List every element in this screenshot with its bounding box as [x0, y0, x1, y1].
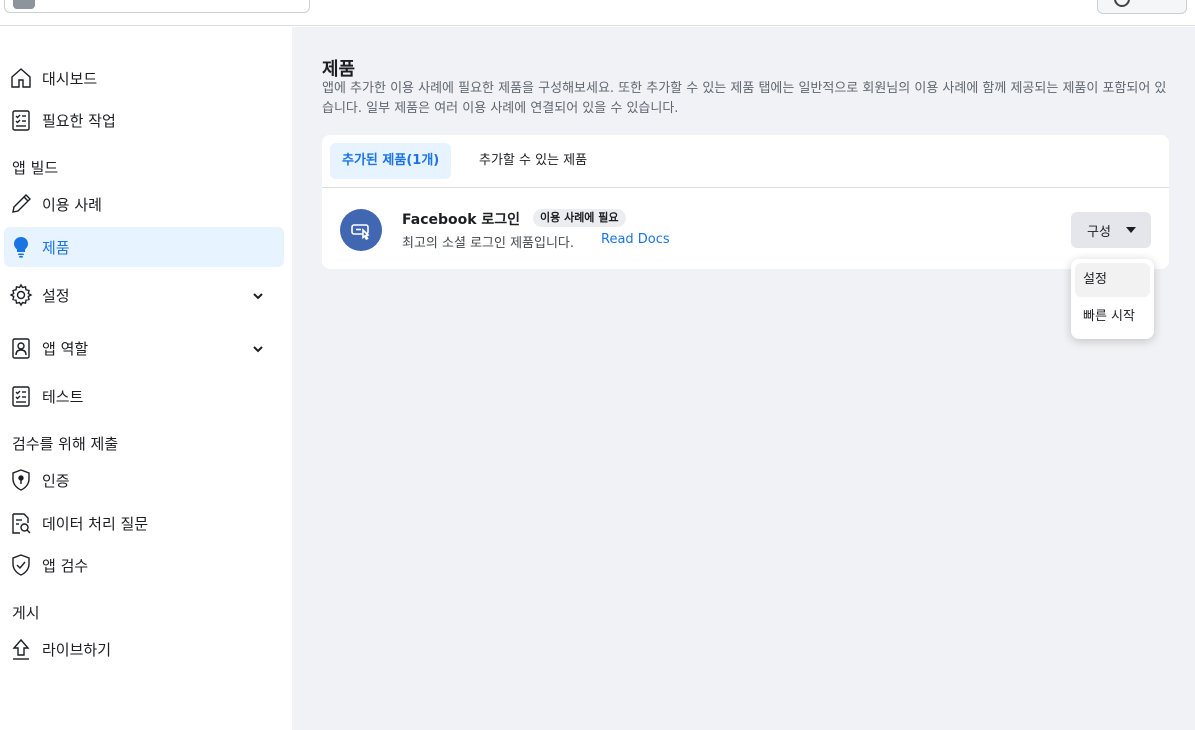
read-docs-link[interactable]: Read Docs — [601, 232, 670, 247]
menu-item-quick-start[interactable]: 빠른 시작 — [1075, 300, 1150, 334]
sidebar-item-go-live[interactable]: 라이브하기 — [4, 629, 284, 669]
sidebar-item-label: 인증 — [42, 471, 70, 490]
sidebar-item-verification[interactable]: 인증 — [4, 460, 284, 500]
home-icon — [8, 65, 34, 91]
status-badge: 이용 사례에 필요 — [533, 209, 626, 227]
id-badge-icon — [8, 335, 34, 361]
products-card: 추가된 제품(1개) 추가할 수 있는 제품 Facebook 로그인 이용 사… — [322, 135, 1169, 269]
top-bar — [0, 0, 1195, 26]
sidebar-item-label: 필요한 작업 — [42, 111, 116, 130]
configure-button-label: 구성 — [1087, 225, 1111, 240]
sidebar-item-label: 이용 사례 — [42, 195, 102, 214]
product-name: Facebook 로그인 — [402, 212, 521, 228]
sidebar-item-label: 라이브하기 — [42, 640, 112, 659]
sidebar-item-settings[interactable]: 설정 — [4, 275, 284, 315]
lightbulb-icon — [8, 234, 34, 260]
sidebar-item-app-review[interactable]: 앱 검수 — [4, 545, 284, 585]
sidebar-item-data-handling[interactable]: 데이터 처리 질문 — [4, 503, 284, 543]
page-title: 제품 — [322, 59, 356, 80]
sidebar-item-label: 제품 — [42, 238, 70, 257]
shield-check-icon — [8, 552, 34, 578]
app-icon — [13, 0, 35, 9]
sidebar-item-label: 데이터 처리 질문 — [42, 514, 149, 533]
facebook-login-icon — [340, 209, 382, 251]
tab-added-products[interactable]: 추가된 제품(1개) — [330, 143, 452, 179]
sidebar-item-label: 설정 — [42, 286, 70, 305]
app-selector[interactable] — [4, 0, 310, 13]
sidebar-item-required-actions[interactable]: 필요한 작업 — [4, 100, 284, 140]
menu-item-settings[interactable]: 설정 — [1075, 263, 1150, 297]
product-description: 최고의 소셜 로그인 제품입니다. — [402, 236, 575, 251]
sidebar-item-label: 앱 검수 — [42, 556, 89, 575]
product-row-facebook-login: Facebook 로그인 이용 사례에 필요 최고의 소셜 로그인 제품입니다.… — [322, 189, 1169, 269]
sidebar-item-use-cases[interactable]: 이용 사례 — [4, 184, 284, 224]
sidebar-item-products[interactable]: 제품 — [4, 227, 284, 267]
upload-icon — [8, 636, 34, 662]
gear-icon — [8, 282, 34, 308]
section-title-publish: 게시 — [12, 604, 40, 622]
product-tabs: 추가된 제품(1개) 추가할 수 있는 제품 — [322, 135, 1169, 188]
sidebar-item-label: 대시보드 — [42, 69, 98, 88]
configure-button[interactable]: 구성 — [1071, 212, 1151, 248]
checklist-icon — [8, 107, 34, 133]
sidebar-item-label: 테스트 — [42, 387, 84, 406]
section-title-app-build: 앱 빌드 — [12, 159, 59, 177]
main-content: 제품 앱에 추가한 이용 사례에 필요한 제품을 구성해보세요. 또한 추가할 … — [292, 27, 1195, 730]
section-title-submit-review: 검수를 위해 제출 — [12, 435, 119, 453]
checklist-icon — [8, 383, 34, 409]
chevron-down-icon — [252, 340, 264, 359]
sidebar-item-test[interactable]: 테스트 — [4, 376, 284, 416]
shield-lock-icon — [8, 467, 34, 493]
caret-down-icon — [1126, 227, 1136, 233]
tab-available-products[interactable]: 추가할 수 있는 제품 — [467, 143, 599, 179]
pencil-icon — [8, 191, 34, 217]
configure-dropdown-menu: 설정 빠른 시작 — [1071, 259, 1154, 339]
document-search-icon — [8, 510, 34, 536]
sidebar: 대시보드 필요한 작업 앱 빌드 이용 사례 제품 설정 앱 역할 테스트 검수… — [0, 27, 292, 730]
chevron-down-icon — [252, 287, 264, 306]
page-description: 앱에 추가한 이용 사례에 필요한 제품을 구성해보세요. 또한 추가할 수 있… — [322, 81, 1167, 116]
help-icon — [1114, 0, 1130, 7]
sidebar-item-label: 앱 역할 — [42, 339, 89, 358]
help-button[interactable] — [1097, 0, 1187, 14]
sidebar-item-app-roles[interactable]: 앱 역할 — [4, 328, 284, 368]
sidebar-item-dashboard[interactable]: 대시보드 — [4, 58, 284, 98]
